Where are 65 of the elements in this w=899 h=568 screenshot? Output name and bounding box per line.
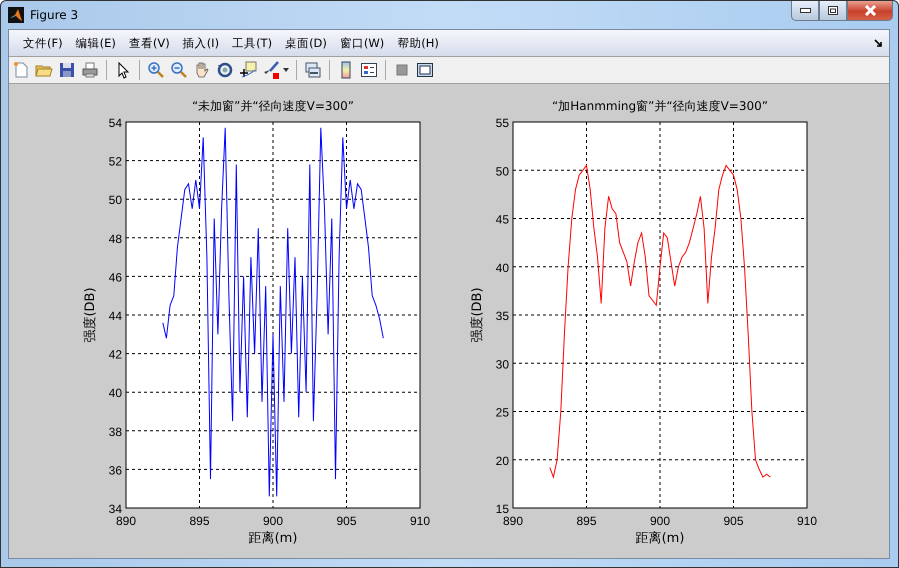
tick-label: 40 bbox=[496, 260, 509, 275]
tick-label: 20 bbox=[496, 454, 509, 468]
zoom-in-icon[interactable] bbox=[147, 61, 165, 79]
tick-label: 910 bbox=[410, 514, 430, 528]
tick-label: 48 bbox=[108, 232, 122, 246]
tick-label: 36 bbox=[108, 463, 122, 478]
menu-item[interactable]: 文件(F) bbox=[17, 34, 70, 52]
tick-label: 900 bbox=[262, 514, 284, 528]
close-button[interactable] bbox=[847, 1, 893, 21]
app-logo-icon bbox=[8, 7, 24, 23]
tick-label: 45 bbox=[496, 212, 509, 226]
maximize-icon bbox=[828, 6, 838, 15]
tick-label: 890 bbox=[502, 514, 524, 528]
tick-label: 54 bbox=[108, 116, 122, 130]
tick-label: 46 bbox=[108, 270, 122, 284]
save-icon[interactable] bbox=[58, 61, 76, 79]
caret-icon[interactable] bbox=[283, 68, 289, 72]
menu-item[interactable]: 帮助(H) bbox=[391, 34, 446, 52]
link-icon[interactable] bbox=[304, 61, 322, 79]
window-title: Figure 3 bbox=[30, 8, 78, 22]
tick-label: 905 bbox=[336, 514, 357, 528]
menu-item[interactable]: 工具(T) bbox=[226, 34, 280, 52]
tick-label: 55 bbox=[496, 116, 509, 130]
brush-icon[interactable] bbox=[262, 61, 280, 79]
data-cursor-icon[interactable] bbox=[239, 61, 257, 79]
tick-label: 905 bbox=[723, 514, 744, 528]
menu-item[interactable]: 编辑(E) bbox=[70, 34, 123, 52]
chart-title: “未加窗”并“径向速度V=300” bbox=[192, 99, 354, 113]
tick-label: 34 bbox=[108, 502, 122, 516]
tick-label: 50 bbox=[496, 164, 509, 178]
tick-label: 42 bbox=[108, 348, 122, 362]
dock-arrow-icon[interactable] bbox=[874, 38, 883, 48]
tick-label: 895 bbox=[576, 514, 597, 528]
menu-item[interactable]: 插入(I) bbox=[176, 34, 226, 52]
tick-label: 15 bbox=[496, 502, 509, 516]
minimize-icon bbox=[800, 8, 810, 13]
maximize-button[interactable] bbox=[819, 1, 847, 21]
y-axis-label: 强度(DB) bbox=[470, 287, 485, 343]
menu-item[interactable]: 查看(V) bbox=[122, 34, 177, 52]
tick-label: 30 bbox=[496, 357, 509, 372]
new-file-icon[interactable] bbox=[12, 61, 30, 79]
close-icon bbox=[864, 5, 876, 16]
tick-label: 890 bbox=[116, 514, 136, 528]
chart-title: “加Hanmming窗”并“径向速度V=300” bbox=[552, 99, 768, 113]
menu-item[interactable]: 窗口(W) bbox=[334, 34, 392, 52]
printer-icon[interactable] bbox=[81, 61, 99, 79]
x-axis-label: 距离(m) bbox=[248, 531, 298, 546]
rotate-icon[interactable] bbox=[216, 61, 234, 79]
tick-label: 910 bbox=[796, 514, 818, 528]
tick-label: 895 bbox=[189, 514, 210, 528]
show-plot-icon[interactable] bbox=[416, 61, 434, 79]
tick-label: 40 bbox=[108, 386, 122, 400]
tick-label: 44 bbox=[108, 309, 122, 323]
tick-label: 38 bbox=[108, 424, 122, 439]
menu-item[interactable]: 桌面(D) bbox=[279, 34, 334, 52]
tick-label: 50 bbox=[108, 193, 122, 208]
minimize-button[interactable] bbox=[791, 1, 819, 21]
zoom-out-icon[interactable] bbox=[170, 61, 188, 79]
tick-label: 25 bbox=[496, 406, 509, 420]
tick-label: 35 bbox=[496, 309, 509, 323]
tick-label: 900 bbox=[650, 514, 670, 528]
x-axis-label: 距离(m) bbox=[636, 531, 684, 546]
tick-label: 52 bbox=[108, 154, 122, 169]
legend-icon[interactable] bbox=[360, 61, 378, 79]
y-axis-label: 强度(DB) bbox=[83, 287, 98, 343]
